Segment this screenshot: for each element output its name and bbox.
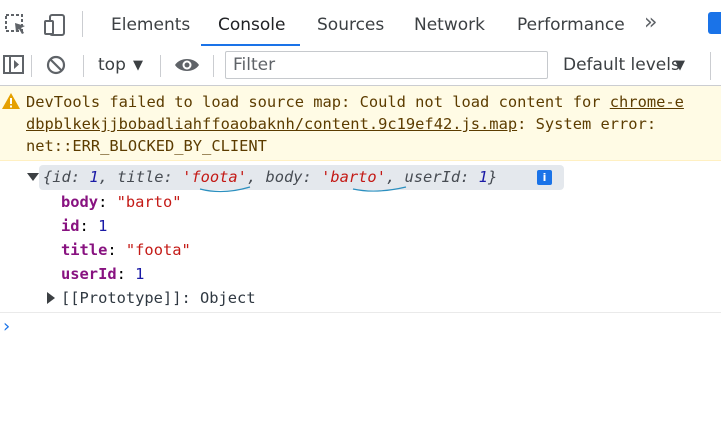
separator — [82, 11, 83, 37]
brace-close: } — [487, 168, 498, 186]
divider — [0, 312, 721, 313]
object-property: userId: 1 — [61, 265, 145, 283]
object-property: body: "barto" — [61, 193, 182, 211]
prototype-entry[interactable]: [[Prototype]]: Object — [61, 287, 256, 309]
filter-input[interactable] — [225, 51, 548, 79]
expand-prototype-icon[interactable] — [47, 292, 55, 304]
source-map-link[interactable]: chrome-e — [610, 93, 684, 111]
chevron-down-icon[interactable]: ▼ — [133, 58, 143, 73]
context-selector[interactable]: top — [98, 55, 126, 75]
info-icon[interactable]: i — [537, 170, 552, 185]
source-map-link-continued[interactable]: dbpblkekjjbobadliahffoaobaknh/content.9c… — [26, 115, 517, 133]
separator — [83, 55, 84, 77]
summary-key-title: title: — [117, 168, 183, 186]
active-tab-indicator — [201, 44, 300, 46]
summary-sep: , — [98, 168, 118, 186]
issues-badge-icon[interactable] — [708, 12, 721, 34]
summary-key-userid: userId: — [404, 168, 479, 186]
property-key: userId — [61, 265, 117, 283]
property-value: 1 — [135, 265, 145, 283]
tab-performance[interactable]: Performance — [517, 0, 625, 46]
warning-prefix: DevTools failed to load source map: Coul… — [26, 93, 610, 111]
annotation-underline-marks — [199, 186, 407, 193]
device-toolbar-icon[interactable] — [42, 12, 68, 38]
warning-icon — [1, 92, 21, 114]
log-levels-dropdown[interactable]: Default levels — [563, 55, 680, 75]
property-value: "foota" — [125, 241, 191, 259]
brace-open: { — [43, 168, 53, 186]
tab-network[interactable]: Network — [414, 0, 485, 46]
tab-elements[interactable]: Elements — [111, 0, 190, 46]
object-property: id: 1 — [61, 217, 108, 235]
property-value: "barto" — [116, 193, 182, 211]
summary-value-userid: 1 — [478, 168, 488, 186]
console-prompt-icon[interactable]: › — [3, 316, 10, 337]
separator — [213, 55, 214, 77]
eye-icon[interactable] — [174, 56, 200, 78]
property-key: body — [61, 193, 99, 211]
summary-key-id: id: — [52, 168, 90, 186]
more-tabs-button[interactable]: » — [644, 10, 657, 35]
warning-message: DevTools failed to load source map: Coul… — [0, 86, 721, 161]
separator — [160, 55, 161, 77]
tab-console[interactable]: Console — [218, 0, 286, 46]
property-key: title — [61, 241, 108, 259]
clear-console-icon[interactable] — [45, 54, 67, 80]
property-value: 1 — [98, 217, 108, 235]
console-toolbar: top ▼ Default levels ▼ — [0, 48, 721, 86]
property-key: id — [61, 217, 80, 235]
expand-triangle-icon[interactable] — [27, 173, 39, 181]
chevron-down-icon[interactable]: ▼ — [675, 58, 685, 73]
devtools-tab-bar: Elements Console Sources Network Perform… — [0, 0, 721, 49]
summary-value-id: 1 — [89, 168, 99, 186]
warning-suffix: : System error: — [517, 115, 657, 133]
separator — [31, 55, 32, 77]
separator — [710, 52, 711, 80]
tab-sources[interactable]: Sources — [317, 0, 384, 46]
inspect-element-icon[interactable] — [3, 12, 29, 38]
object-property: title: "foota" — [61, 241, 191, 259]
warning-text: DevTools failed to load source map: Coul… — [26, 91, 721, 157]
warning-error-code: net::ERR_BLOCKED_BY_CLIENT — [26, 137, 267, 155]
sidebar-toggle-icon[interactable] — [2, 54, 26, 80]
